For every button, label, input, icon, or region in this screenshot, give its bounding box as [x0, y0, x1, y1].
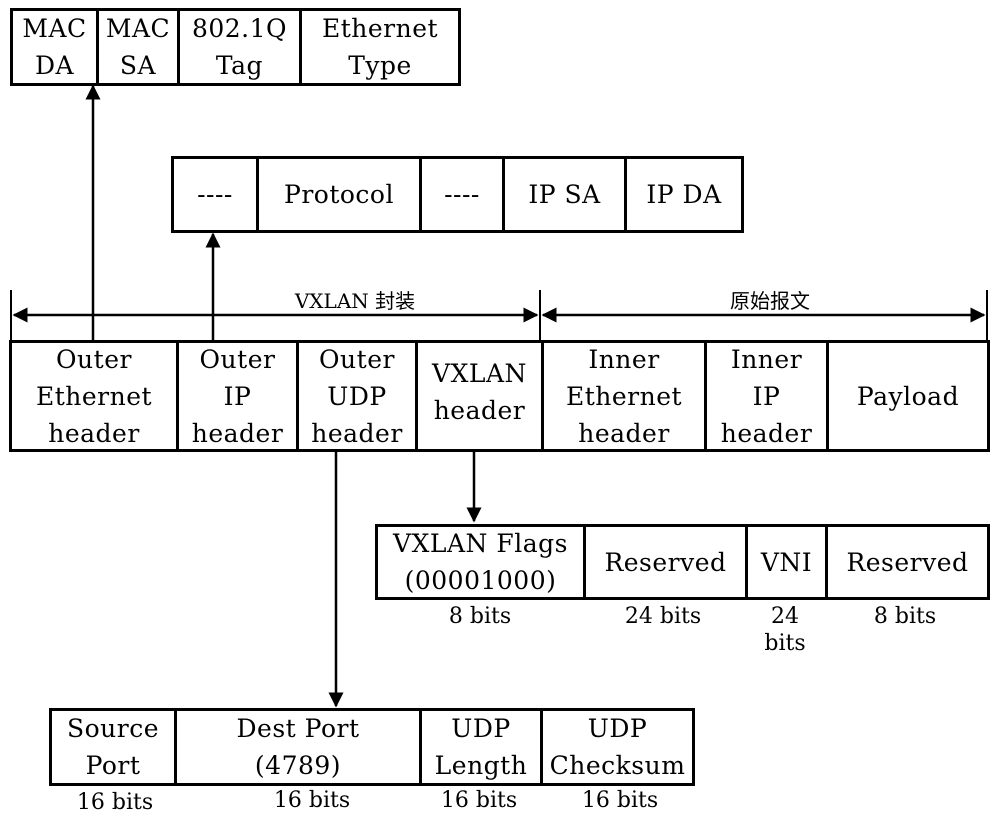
field-inner-ip-header: Inner IP header	[704, 343, 826, 449]
ethernet-header-box: MAC DA MAC SA 802.1Q Tag Ethernet Type	[10, 8, 461, 86]
field-outer-udp-header: Outer UDP header	[296, 343, 415, 449]
size-source-port: 16 bits	[76, 790, 154, 815]
size-vni: 24 bits	[764, 604, 806, 656]
field-dest-port: Dest Port (4789)	[174, 711, 419, 783]
field-udp-length: UDP Length	[419, 711, 540, 783]
udp-header-detail-box: Source Port Dest Port (4789) UDP Length …	[49, 708, 695, 786]
field-udp-checksum: UDP Checksum	[540, 711, 692, 783]
field-payload: Payload	[826, 343, 987, 449]
size-dest-port: 16 bits	[273, 788, 351, 813]
field-outer-ethernet-header: Outer Ethernet header	[35, 344, 153, 448]
field-mac-sa: MAC SA	[96, 11, 177, 83]
field-ip-sa: IP SA	[502, 159, 624, 230]
field-vxlan-reserved-1: Reserved	[583, 527, 745, 597]
field-source-port: Source Port	[66, 714, 160, 780]
field-ethernet-type: Ethernet Type	[299, 11, 458, 83]
field-protocol: Protocol	[256, 159, 419, 230]
size-vxlan-reserved-2: 8 bits	[873, 604, 937, 629]
vxlan-header-detail-box: VXLAN Flags (00001000) Reserved VNI Rese…	[375, 524, 990, 600]
field-vxlan-reserved-2: Reserved	[825, 527, 987, 597]
field-ip-da: IP DA	[624, 159, 741, 230]
size-vxlan-flags: 8 bits	[448, 604, 512, 629]
field-mac-da: MAC DA	[22, 14, 87, 80]
field-inner-ethernet-header: Inner Ethernet header	[541, 343, 704, 449]
span-label-vxlan-encap: VXLAN 封装	[294, 289, 416, 313]
ip-header-box: ---- Protocol ---- IP SA IP DA	[171, 156, 744, 233]
size-vxlan-reserved-1: 24 bits	[624, 604, 702, 629]
field-outer-ip-header: Outer IP header	[176, 343, 296, 449]
field-vxlan-flags: VXLAN Flags (00001000)	[393, 529, 568, 595]
vxlan-packet-box: Outer Ethernet header Outer IP header Ou…	[9, 340, 990, 452]
size-udp-length: 16 bits	[440, 788, 518, 813]
field-ip-ellipsis-1: ----	[197, 180, 233, 209]
field-8021q-tag: 802.1Q Tag	[177, 11, 299, 83]
span-label-original-packet: 原始报文	[730, 289, 810, 313]
field-vni: VNI	[745, 527, 825, 597]
size-udp-checksum: 16 bits	[581, 788, 659, 813]
field-vxlan-header: VXLAN header	[415, 343, 541, 449]
field-ip-ellipsis-2: ----	[419, 159, 502, 230]
